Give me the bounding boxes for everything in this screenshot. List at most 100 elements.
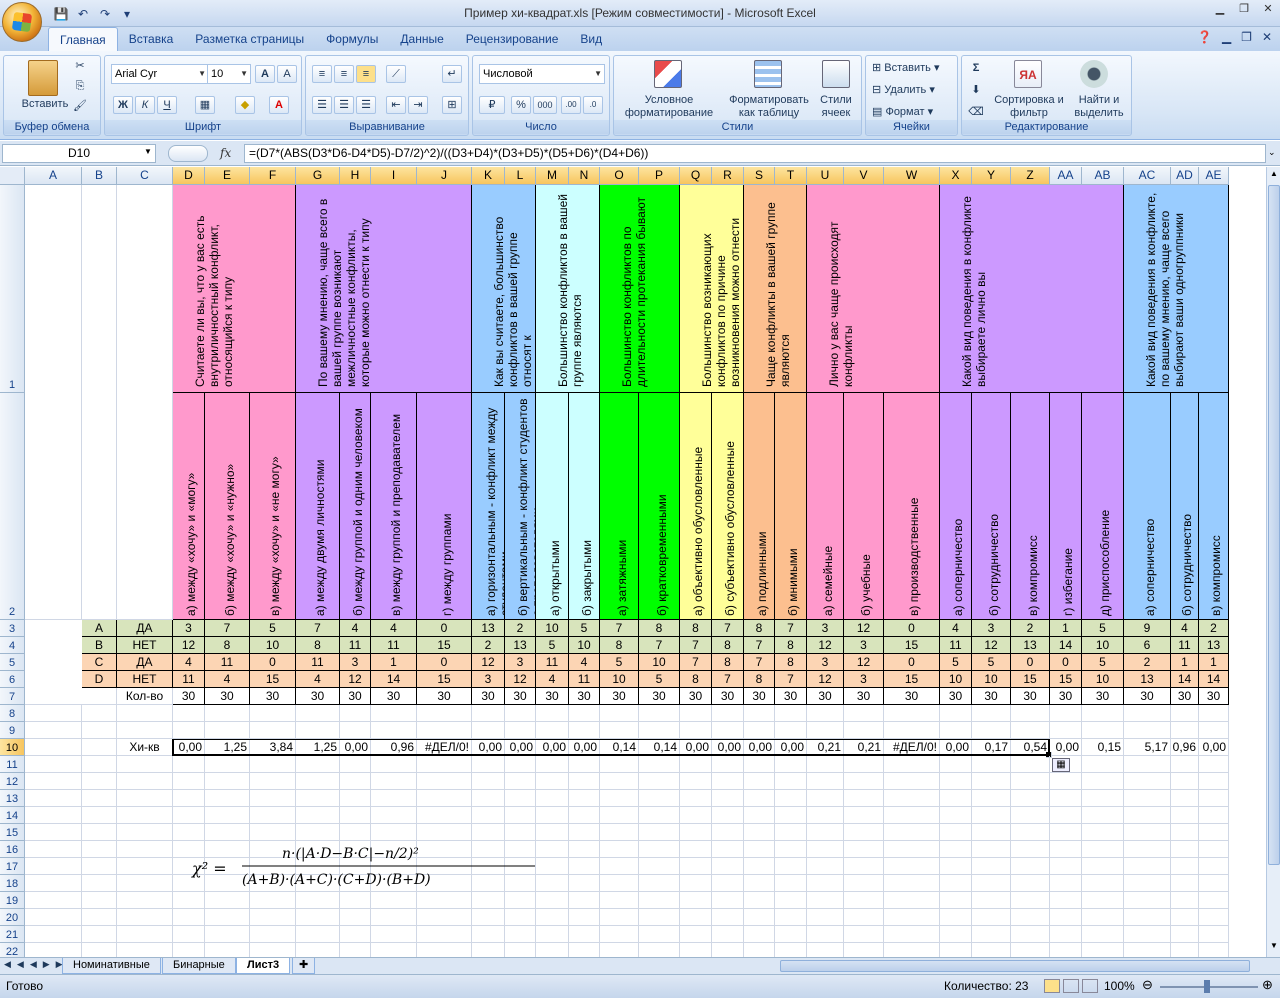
empty-cell[interactable] bbox=[807, 824, 844, 841]
empty-cell[interactable] bbox=[82, 790, 117, 807]
column-header[interactable]: P bbox=[639, 167, 680, 185]
empty-cell[interactable] bbox=[296, 705, 340, 722]
empty-cell[interactable] bbox=[1171, 875, 1199, 892]
empty-cell[interactable] bbox=[940, 722, 972, 739]
empty-cell[interactable] bbox=[569, 858, 600, 875]
empty-cell[interactable] bbox=[1050, 858, 1082, 875]
empty-cell[interactable] bbox=[712, 722, 744, 739]
empty-cell[interactable] bbox=[1050, 824, 1082, 841]
empty-cell[interactable] bbox=[569, 892, 600, 909]
empty-cell[interactable] bbox=[972, 943, 1011, 957]
column-header[interactable]: Y bbox=[972, 167, 1011, 185]
empty-cell[interactable] bbox=[807, 756, 844, 773]
empty-cell[interactable] bbox=[417, 824, 472, 841]
empty-cell[interactable] bbox=[25, 909, 82, 926]
empty-cell[interactable] bbox=[25, 705, 82, 722]
column-header[interactable]: C bbox=[117, 167, 173, 185]
empty-cell[interactable] bbox=[117, 705, 173, 722]
empty-cell[interactable] bbox=[472, 705, 505, 722]
data-cell[interactable]: 30 bbox=[1011, 688, 1050, 705]
empty-cell[interactable] bbox=[536, 858, 569, 875]
data-cell[interactable]: 3 bbox=[472, 671, 505, 688]
empty-cell[interactable] bbox=[417, 926, 472, 943]
data-cell[interactable]: 5 bbox=[250, 620, 296, 637]
data-cell[interactable]: 15 bbox=[417, 637, 472, 654]
data-cell[interactable]: 30 bbox=[972, 688, 1011, 705]
empty-cell[interactable] bbox=[1011, 943, 1050, 957]
data-cell[interactable]: 0 bbox=[1050, 654, 1082, 671]
empty-cell[interactable] bbox=[1050, 909, 1082, 926]
empty-cell[interactable] bbox=[25, 773, 82, 790]
empty-cell[interactable] bbox=[1082, 824, 1124, 841]
empty-cell[interactable] bbox=[536, 807, 569, 824]
column-header[interactable]: X bbox=[940, 167, 972, 185]
empty-cell[interactable] bbox=[1199, 705, 1229, 722]
empty-cell[interactable] bbox=[712, 943, 744, 957]
data-cell[interactable]: 3 bbox=[173, 620, 205, 637]
data-cell[interactable]: 8 bbox=[296, 637, 340, 654]
data-cell[interactable]: 30 bbox=[775, 688, 807, 705]
data-cell[interactable]: 11 bbox=[536, 654, 569, 671]
empty-cell[interactable] bbox=[1011, 858, 1050, 875]
empty-cell[interactable] bbox=[505, 943, 536, 957]
empty-cell[interactable] bbox=[296, 773, 340, 790]
empty-cell[interactable] bbox=[1171, 756, 1199, 773]
scroll-thumb[interactable] bbox=[1268, 185, 1280, 865]
empty-cell[interactable] bbox=[173, 722, 205, 739]
empty-cell[interactable] bbox=[639, 926, 680, 943]
empty-cell[interactable] bbox=[844, 892, 884, 909]
empty-cell[interactable] bbox=[82, 807, 117, 824]
data-cell[interactable]: 3 bbox=[505, 654, 536, 671]
sheet-tab-list3[interactable]: Лист3 bbox=[236, 958, 291, 974]
row-header[interactable]: 4 bbox=[0, 637, 25, 654]
empty-cell[interactable] bbox=[712, 756, 744, 773]
empty-cell[interactable] bbox=[775, 790, 807, 807]
empty-cell[interactable] bbox=[82, 841, 117, 858]
empty-cell[interactable] bbox=[1124, 790, 1171, 807]
empty-cell[interactable] bbox=[680, 722, 712, 739]
empty-cell[interactable] bbox=[250, 943, 296, 957]
empty-cell[interactable] bbox=[536, 722, 569, 739]
empty-cell[interactable] bbox=[639, 722, 680, 739]
data-cell[interactable]: 0 bbox=[250, 654, 296, 671]
empty-cell[interactable] bbox=[1124, 807, 1171, 824]
empty-cell[interactable] bbox=[1050, 705, 1082, 722]
data-cell[interactable]: 3 bbox=[844, 637, 884, 654]
help-icon[interactable]: ❓ bbox=[1197, 30, 1212, 44]
chi-value-cell[interactable]: 0,00 bbox=[1199, 739, 1229, 756]
data-cell[interactable]: 30 bbox=[807, 688, 844, 705]
empty-cell[interactable] bbox=[25, 722, 82, 739]
empty-cell[interactable] bbox=[1124, 875, 1171, 892]
empty-cell[interactable] bbox=[536, 790, 569, 807]
empty-cell[interactable] bbox=[680, 858, 712, 875]
row-header[interactable]: 1 bbox=[0, 185, 25, 393]
empty-cell[interactable] bbox=[82, 926, 117, 943]
normal-view-icon[interactable] bbox=[1044, 979, 1060, 993]
empty-cell[interactable] bbox=[25, 185, 82, 620]
empty-cell[interactable] bbox=[940, 756, 972, 773]
empty-cell[interactable] bbox=[417, 756, 472, 773]
empty-cell[interactable] bbox=[940, 892, 972, 909]
data-cell[interactable]: 30 bbox=[205, 688, 250, 705]
empty-cell[interactable] bbox=[844, 807, 884, 824]
empty-cell[interactable] bbox=[1082, 790, 1124, 807]
tab-page-layout[interactable]: Разметка страницы bbox=[184, 27, 315, 51]
chi-value-cell[interactable]: 0,15 bbox=[1082, 739, 1124, 756]
data-cell[interactable]: 5 bbox=[639, 671, 680, 688]
row-header[interactable]: 6 bbox=[0, 671, 25, 688]
data-cell[interactable]: 30 bbox=[569, 688, 600, 705]
empty-cell[interactable] bbox=[250, 790, 296, 807]
worksheet-grid[interactable]: A B C D E F G H I J K L M N O P Q R S T U V W X Y Z AA AB AC AD AE 123… bbox=[0, 167, 1266, 957]
insert-function-button[interactable]: fx bbox=[220, 144, 240, 163]
align-top-icon[interactable]: ≡ bbox=[312, 65, 332, 83]
empty-cell[interactable] bbox=[25, 688, 117, 705]
empty-cell[interactable] bbox=[296, 722, 340, 739]
data-cell[interactable]: 30 bbox=[639, 688, 680, 705]
data-cell[interactable]: 10 bbox=[600, 671, 639, 688]
borders-icon[interactable]: ▦ bbox=[195, 96, 215, 114]
data-cell[interactable]: 30 bbox=[340, 688, 371, 705]
office-button[interactable] bbox=[2, 2, 42, 42]
empty-cell[interactable] bbox=[536, 926, 569, 943]
column-header[interactable]: AD bbox=[1171, 167, 1199, 185]
data-cell[interactable]: 9 bbox=[1124, 620, 1171, 637]
